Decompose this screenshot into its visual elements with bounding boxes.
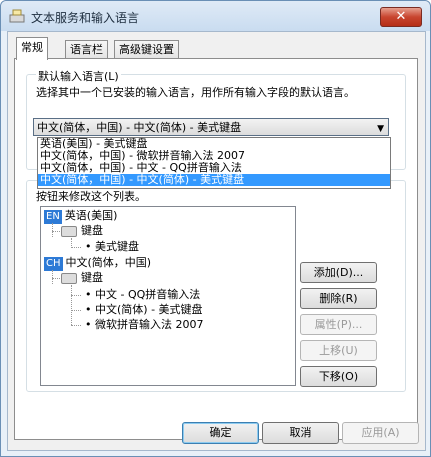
dropdown-option[interactable]: 英语(美国) - 美式键盘 xyxy=(38,138,390,150)
tab-advanced-key-settings[interactable]: 高级键设置 xyxy=(114,40,179,59)
default-language-dropdown: 英语(美国) - 美式键盘 中文(简体，中国) - 微软拼音输入法 2007 中… xyxy=(37,137,391,189)
dropdown-option-selected[interactable]: 中文(简体，中国) - 中文(简体) - 美式键盘 xyxy=(38,174,390,186)
language-en-badge: EN xyxy=(44,210,62,224)
keyboard-icon xyxy=(61,225,77,237)
cancel-button[interactable]: 取消 xyxy=(262,422,339,444)
bullet-icon: • xyxy=(85,303,95,316)
tree-item[interactable]: • 微软拼音输入法 2007 xyxy=(85,318,204,332)
tree-connector xyxy=(71,295,81,296)
installed-services-tree[interactable]: EN 英语(美国) 键盘 • 美式键盘 CH 中文(简体，中国) 键盘 • 中文 -… xyxy=(40,206,296,386)
properties-button[interactable]: 属性(P)... xyxy=(300,314,377,335)
move-down-button[interactable]: 下移(O) xyxy=(300,366,377,387)
window-title: 文本服务和输入语言 xyxy=(31,11,140,25)
dropdown-option[interactable]: 中文(简体，中国) - 微软拼音输入法 2007 xyxy=(38,150,390,162)
tree-item-label: 美式键盘 xyxy=(95,240,139,253)
tree-language-ch[interactable]: CH 中文(简体，中国) xyxy=(44,256,152,271)
bullet-icon: • xyxy=(85,288,95,301)
tree-keyboard-label: 键盘 xyxy=(81,271,103,284)
tree-connector xyxy=(71,310,81,311)
title-bar[interactable]: 文本服务和输入语言 ✕ xyxy=(1,1,430,31)
bullet-icon: • xyxy=(85,240,95,253)
bullet-icon: • xyxy=(85,318,95,331)
apply-button[interactable]: 应用(A) xyxy=(342,422,419,444)
dropdown-option[interactable]: 中文(简体，中国) - 中文 - QQ拼音输入法 xyxy=(38,162,390,174)
tree-item-label: 微软拼音输入法 2007 xyxy=(95,318,204,331)
tree-item[interactable]: • 中文 - QQ拼音输入法 xyxy=(85,288,200,302)
tree-connector xyxy=(71,285,72,325)
tree-connector xyxy=(52,278,60,279)
default-language-group-label: 默认输入语言(L) xyxy=(36,68,121,84)
tree-item-label: 中文 - QQ拼音输入法 xyxy=(95,288,201,301)
tab-language-bar[interactable]: 语言栏 xyxy=(65,40,108,59)
tree-keyboard-label: 键盘 xyxy=(81,224,103,237)
default-language-selected-value: 中文(简体，中国) - 中文(简体) - 美式键盘 xyxy=(37,121,242,134)
tree-language-name: 英语(美国) xyxy=(64,209,118,222)
tree-item[interactable]: • 美式键盘 xyxy=(85,240,139,254)
tree-connector xyxy=(52,231,60,232)
language-ch-badge: CH xyxy=(44,257,63,271)
tree-connector xyxy=(52,223,53,237)
installed-services-description: 按钮来修改这个列表。 xyxy=(36,190,146,203)
default-language-description: 选择其中一个已安装的输入语言，用作所有输入字段的默认语言。 xyxy=(36,86,355,99)
tree-keyboard-node[interactable]: 键盘 xyxy=(61,224,103,238)
tree-item[interactable]: • 中文(简体) - 美式键盘 xyxy=(85,303,203,317)
tree-connector xyxy=(52,270,53,284)
tree-language-name: 中文(简体，中国) xyxy=(65,256,152,269)
ok-button[interactable]: 确定 xyxy=(182,422,259,444)
tree-item-label: 中文(简体) - 美式键盘 xyxy=(95,303,203,316)
tree-keyboard-node[interactable]: 键盘 xyxy=(61,271,103,285)
tab-general[interactable]: 常规 xyxy=(16,37,48,60)
chevron-down-icon[interactable]: ▼ xyxy=(377,120,384,138)
add-button[interactable]: 添加(D)... xyxy=(300,262,377,283)
keyboard-icon xyxy=(61,272,77,284)
close-button[interactable]: ✕ xyxy=(380,7,422,27)
tree-connector xyxy=(71,247,81,248)
default-language-select[interactable]: 中文(简体，中国) - 中文(简体) - 美式键盘 ▼ xyxy=(33,118,389,136)
keyboard-app-icon xyxy=(9,9,25,23)
tree-language-en[interactable]: EN 英语(美国) xyxy=(44,209,118,224)
tree-connector xyxy=(71,325,81,326)
move-up-button[interactable]: 上移(U) xyxy=(300,340,377,361)
remove-button[interactable]: 删除(R) xyxy=(300,288,377,309)
